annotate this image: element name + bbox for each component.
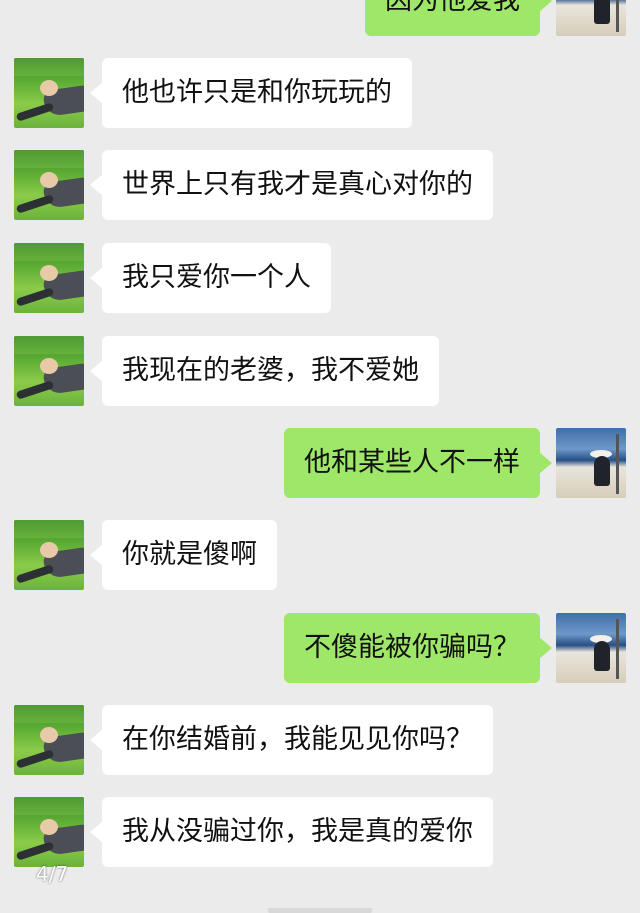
contact-avatar[interactable]	[14, 58, 84, 128]
avatar-bg	[14, 150, 84, 168]
message-bubble[interactable]: 在你结婚前，我能见见你吗？	[90, 705, 493, 775]
contact-avatar[interactable]	[14, 150, 84, 220]
message-received: 我现在的老婆，我不爱她	[0, 336, 640, 410]
avatar-arm	[15, 564, 55, 584]
message-sent: 不傻能被你骗吗？	[0, 613, 640, 687]
self-avatar[interactable]	[556, 428, 626, 498]
pole-shape	[616, 434, 619, 494]
self-avatar[interactable]	[556, 613, 626, 683]
message-bubble[interactable]: 我从没骗过你，我是真的爱你	[90, 797, 493, 867]
message-received: 你就是傻啊	[0, 520, 640, 594]
message-received: 我从没骗过你，我是真的爱你	[0, 797, 640, 871]
avatar-bg	[14, 243, 84, 261]
avatar-head	[40, 358, 58, 374]
avatar-arm	[15, 841, 55, 861]
contact-avatar[interactable]	[14, 336, 84, 406]
message-sent: 因为他爱我	[0, 0, 640, 40]
figure-shape	[594, 456, 610, 486]
page-indicator: 4/7	[36, 862, 69, 886]
self-avatar[interactable]	[556, 0, 626, 36]
message-bubble[interactable]: 我只爱你一个人	[90, 243, 331, 313]
avatar-head	[40, 172, 58, 188]
contact-avatar[interactable]	[14, 705, 84, 775]
avatar-head	[40, 542, 58, 558]
message-bubble[interactable]: 世界上只有我才是真心对你的	[90, 150, 493, 220]
avatar-arm	[15, 287, 55, 307]
message-sent: 他和某些人不一样	[0, 428, 640, 502]
pole-shape	[616, 619, 619, 679]
avatar-bg	[14, 520, 84, 538]
avatar-bg	[14, 797, 84, 815]
message-received: 世界上只有我才是真心对你的	[0, 150, 640, 224]
avatar-bg	[14, 336, 84, 354]
message-bubble[interactable]: 不傻能被你骗吗？	[284, 613, 552, 683]
contact-avatar[interactable]	[14, 243, 84, 313]
message-received: 在你结婚前，我能见见你吗？	[0, 705, 640, 779]
message-received: 我只爱你一个人	[0, 243, 640, 317]
avatar-head	[40, 80, 58, 96]
figure-shape	[594, 0, 610, 24]
message-bubble[interactable]: 他和某些人不一样	[284, 428, 552, 498]
avatar-arm	[15, 380, 55, 400]
bottom-scroll-bar	[268, 908, 372, 913]
message-received: 他也许只是和你玩玩的	[0, 58, 640, 132]
contact-avatar[interactable]	[14, 520, 84, 590]
avatar-bg	[14, 58, 84, 76]
message-bubble[interactable]: 我现在的老婆，我不爱她	[90, 336, 439, 406]
message-bubble[interactable]: 他也许只是和你玩玩的	[90, 58, 412, 128]
contact-avatar[interactable]	[14, 797, 84, 867]
avatar-arm	[15, 194, 55, 214]
chat-area: 因为他爱我 他也许只是和你玩玩的 世界上只有我才是真心对你的 我只爱你一个人 我…	[0, 0, 640, 913]
avatar-head	[40, 727, 58, 743]
avatar-arm	[15, 102, 55, 122]
avatar-head	[40, 265, 58, 281]
avatar-arm	[15, 749, 55, 769]
avatar-bg	[14, 705, 84, 723]
message-bubble[interactable]: 你就是傻啊	[90, 520, 277, 590]
figure-shape	[594, 641, 610, 671]
pole-shape	[616, 0, 619, 32]
message-bubble[interactable]: 因为他爱我	[365, 0, 552, 36]
avatar-head	[40, 819, 58, 835]
